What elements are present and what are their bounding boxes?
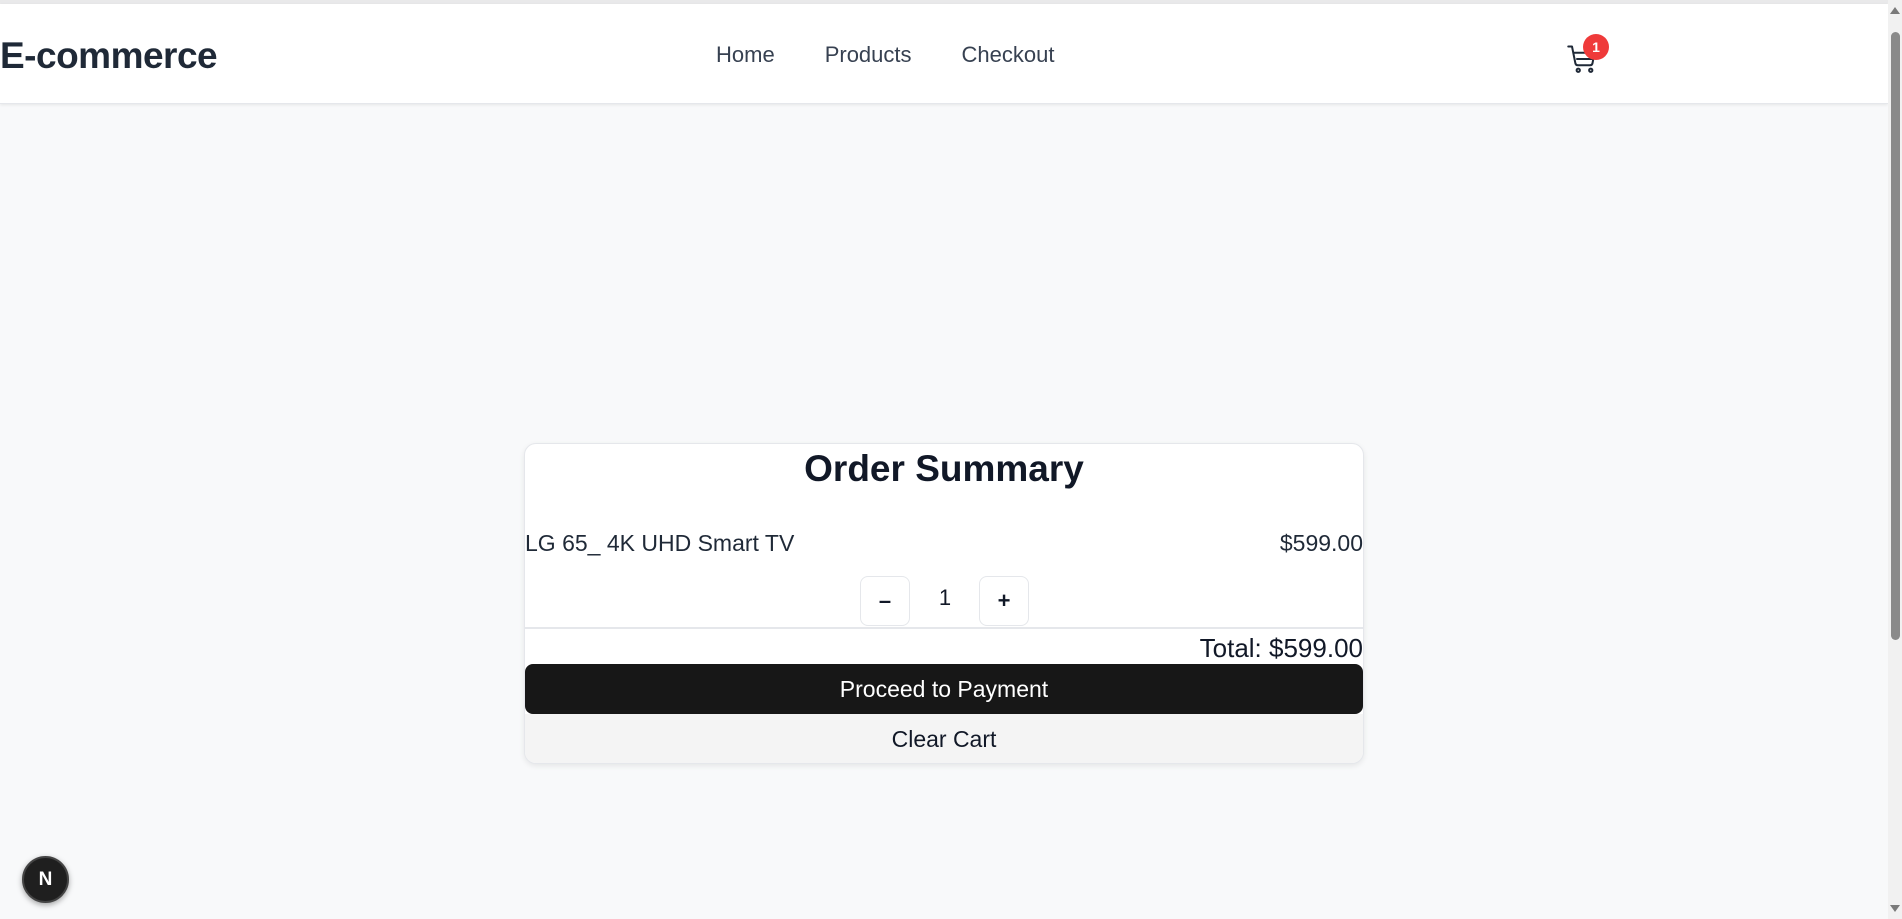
summary-divider (525, 627, 1363, 629)
clear-cart-button[interactable]: Clear Cart (525, 714, 1363, 763)
nextjs-icon: N (38, 869, 53, 890)
nav-checkout-link[interactable]: Checkout (962, 42, 1055, 68)
vertical-scrollbar[interactable] (1888, 0, 1902, 919)
brand-logo[interactable]: E-commerce (0, 35, 218, 77)
main-nav: Home Products Checkout (716, 42, 1054, 68)
cart-item-name: LG 65_ 4K UHD Smart TV (525, 530, 795, 556)
cart-button[interactable]: 1 (1560, 34, 1610, 78)
nav-home-link[interactable]: Home (716, 42, 775, 68)
scroll-up-arrow-icon[interactable] (1890, 7, 1900, 14)
quantity-value: 1 (938, 585, 952, 610)
order-total: Total: $599.00 (1199, 633, 1363, 663)
nav-products-link[interactable]: Products (825, 42, 912, 68)
cart-count-badge: 1 (1583, 34, 1609, 60)
site-header: E-commerce Home Products Checkout 1 (0, 4, 1888, 104)
decrease-quantity-button[interactable]: – (860, 576, 910, 626)
scrollbar-thumb[interactable] (1891, 32, 1900, 640)
cart-item-price: $599.00 (1279, 530, 1363, 556)
scroll-down-arrow-icon[interactable] (1890, 905, 1900, 912)
order-summary-title: Order Summary (804, 448, 1084, 489)
proceed-to-payment-button[interactable]: Proceed to Payment (525, 664, 1363, 714)
nextjs-dev-indicator[interactable]: N (22, 856, 69, 903)
increase-quantity-button[interactable]: + (979, 576, 1029, 626)
order-summary-card: Order Summary LG 65_ 4K UHD Smart TV $59… (524, 443, 1364, 764)
